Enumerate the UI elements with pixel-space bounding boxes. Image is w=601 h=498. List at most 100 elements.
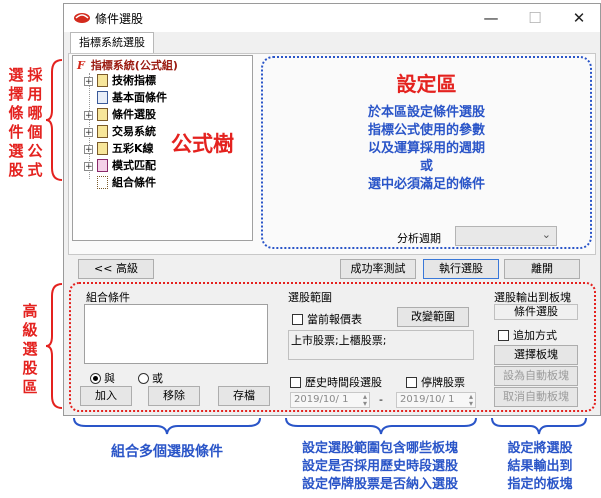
- and-label: 與: [104, 372, 115, 385]
- analysis-period-label: 分析週期: [397, 232, 441, 245]
- checkbox-icon: [498, 329, 509, 341]
- range-display: 上市股票;上櫃股票;: [288, 330, 474, 360]
- selection-range-group: 選股範圍 當前報價表 改變範圍 上市股票;上櫃股票; 歷史時間段選股 停牌股票 …: [286, 286, 486, 408]
- annotation-line: 指定的板塊: [507, 477, 573, 492]
- setting-line: 於本區設定條件選股: [367, 105, 485, 120]
- expand-icon[interactable]: +: [84, 111, 93, 121]
- annotation-line: 設定停牌股票是否納入選股: [301, 477, 458, 492]
- radio-icon: [138, 372, 149, 384]
- annotation-char: 哪: [27, 104, 43, 122]
- annotation-char: 選: [8, 142, 24, 160]
- date-to-value: 2019/10/ 1: [400, 394, 455, 405]
- history-period-checkbox[interactable]: 歷史時間段選股: [290, 374, 382, 390]
- annotation-advanced-area: 高 級 選 股 區: [20, 302, 40, 397]
- window-title: 條件選股: [95, 12, 144, 26]
- leave-button[interactable]: 離開: [504, 259, 580, 279]
- and-radio[interactable]: 與: [90, 370, 115, 386]
- setting-area-description: 於本區設定條件選股 指標公式使用的參數 以及運算採用的週期 或 選中必須滿足的條…: [263, 104, 590, 194]
- fundamental-icon: [97, 90, 108, 104]
- tree-item-label: 組合條件: [112, 176, 156, 189]
- checkbox-icon: [406, 376, 417, 388]
- checkbox-icon: [290, 376, 301, 388]
- bottom-brace-range: [285, 417, 477, 435]
- save-button[interactable]: 存檔: [218, 386, 270, 406]
- close-button[interactable]: ✕: [557, 4, 601, 32]
- tree-item-technical[interactable]: 技術指標: [97, 73, 156, 89]
- combo-condition-list[interactable]: [84, 304, 268, 364]
- annotation-line: 設定是否採用歷史時段選股: [301, 459, 458, 474]
- tree-item-label: 條件選股: [112, 108, 156, 121]
- or-label: 或: [152, 372, 163, 385]
- date-to-field[interactable]: 2019/10/ 1 ▴ ▾: [396, 392, 476, 408]
- annotation-char: 件: [8, 123, 24, 141]
- tree-item-label: 基本面條件: [112, 91, 167, 104]
- annotation-combo-conditions: 組合多個選股條件: [111, 444, 223, 460]
- annotation-char: 高: [22, 302, 38, 320]
- annotation-line: 設定將選股: [507, 441, 573, 456]
- spinner-icon: ▴ ▾: [362, 392, 367, 408]
- annotation-line: 設定選股範圍包含哪些板塊: [301, 441, 458, 456]
- setting-area-title: 設定區: [396, 72, 457, 96]
- tree-item-label: 交易系統: [112, 125, 156, 138]
- output-block-name: 條件選股: [494, 304, 578, 320]
- formula-tree-annotation: 公式樹: [171, 132, 234, 156]
- range-title: 選股範圍: [288, 291, 332, 304]
- or-radio[interactable]: 或: [138, 370, 163, 386]
- tree-item-label: 技術指標: [112, 74, 156, 87]
- radio-icon: [90, 372, 101, 384]
- expand-icon[interactable]: +: [84, 77, 93, 87]
- tree-item-condition[interactable]: 條件選股: [97, 107, 156, 123]
- annotation-char: 擇: [8, 85, 24, 103]
- tree-item-pattern[interactable]: 模式匹配: [97, 158, 156, 174]
- setting-area: 設定區 於本區設定條件選股 指標公式使用的參數 以及運算採用的週期 或 選中必須…: [261, 56, 592, 249]
- minimize-button[interactable]: —: [469, 4, 513, 32]
- combo-icon: [97, 175, 108, 189]
- output-title: 選股輸出到板塊: [494, 291, 571, 304]
- formula-tree[interactable]: F 指標系統(公式組) + 技術指標 基本面條件 + 條件選股 + 交易系統 + …: [72, 55, 253, 241]
- tree-root[interactable]: F 指標系統(公式組): [77, 58, 178, 74]
- history-period-label: 歷史時間段選股: [305, 376, 382, 389]
- append-mode-checkbox[interactable]: 追加方式: [498, 327, 557, 343]
- expand-icon[interactable]: +: [84, 145, 93, 155]
- current-report-checkbox[interactable]: 當前報價表: [292, 311, 362, 327]
- indicator-icon: [97, 141, 108, 155]
- analysis-period-select[interactable]: ⌄: [455, 226, 557, 246]
- expand-icon[interactable]: +: [84, 162, 93, 172]
- annotation-char: 選: [8, 66, 24, 84]
- tree-item-trading-system[interactable]: 交易系統: [97, 124, 156, 140]
- annotation-char: 選: [22, 340, 38, 358]
- expand-icon[interactable]: +: [84, 128, 93, 138]
- remove-button[interactable]: 移除: [148, 386, 200, 406]
- output-to-block-group: 選股輸出到板塊 條件選股 追加方式 選擇板塊 設為自動板塊 取消自動板塊: [492, 286, 592, 408]
- cancel-auto-block-button[interactable]: 取消自動板塊: [494, 387, 578, 407]
- spinner-icon: ▴ ▾: [468, 392, 473, 408]
- indicator-icon: [97, 107, 108, 121]
- advanced-button[interactable]: << 高級: [78, 259, 154, 279]
- chevron-down-icon: ⌄: [541, 228, 551, 241]
- suspended-stock-checkbox[interactable]: 停牌股票: [406, 374, 465, 390]
- execute-selection-button[interactable]: 執行選股: [423, 259, 499, 279]
- choose-block-button[interactable]: 選擇板塊: [494, 345, 578, 365]
- setting-line: 指標公式使用的參數: [367, 123, 485, 138]
- bottom-brace-combo: [73, 417, 261, 435]
- tree-item-fundamental[interactable]: 基本面條件: [97, 90, 167, 106]
- change-range-button[interactable]: 改變範圍: [397, 307, 469, 327]
- annotation-char: 個: [27, 123, 43, 141]
- annotation-char: 區: [22, 378, 38, 396]
- indicator-icon: [97, 73, 108, 87]
- condition-stock-selection-window: 條件選股 — ☐ ✕ 指標系統選股 F 指標系統(公式組) + 技術指標 基本面條…: [63, 3, 601, 416]
- add-button[interactable]: 加入: [80, 386, 132, 406]
- set-auto-block-button[interactable]: 設為自動板塊: [494, 366, 578, 386]
- tree-item-color-kline[interactable]: 五彩K線: [97, 141, 154, 157]
- date-from-value: 2019/10/ 1: [294, 394, 349, 405]
- indicator-icon: [97, 124, 108, 138]
- tab-indicator-system[interactable]: 指標系統選股: [70, 32, 154, 53]
- checkbox-icon: [292, 313, 303, 325]
- tree-item-combo[interactable]: 組合條件: [97, 175, 156, 191]
- success-rate-test-button[interactable]: 成功率測試: [340, 259, 416, 279]
- setting-line: 選中必須滿足的條件: [367, 177, 485, 192]
- maximize-button[interactable]: ☐: [513, 4, 557, 32]
- date-from-field[interactable]: 2019/10/ 1 ▴ ▾: [290, 392, 370, 408]
- combo-condition-group: 組合條件 與 或 加入 移除 存檔: [76, 286, 272, 408]
- formula-root-icon: F: [77, 59, 85, 72]
